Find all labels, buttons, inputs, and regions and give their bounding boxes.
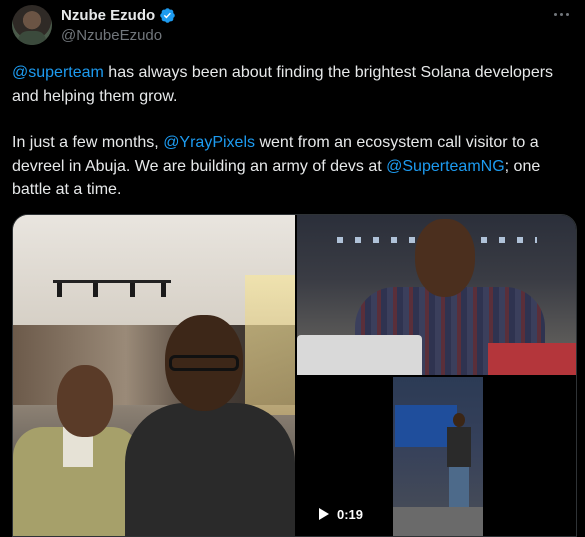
author-row: Nzube Ezudo	[61, 7, 176, 24]
author-display-name[interactable]: Nzube Ezudo	[61, 7, 155, 24]
tweet-paragraph-1: @superteam has always been about finding…	[12, 61, 577, 108]
media-grid: 0:19	[12, 214, 577, 537]
photo-developer-laptop[interactable]	[297, 215, 576, 375]
mention-link[interactable]: @YrayPixels	[163, 134, 255, 151]
play-icon[interactable]	[319, 508, 329, 520]
video-frame	[393, 377, 483, 536]
mention-link[interactable]: @superteam	[12, 64, 104, 81]
video-duration-badge: 0:19	[313, 502, 369, 526]
photo-two-men-selfie[interactable]	[13, 215, 295, 536]
tweet-text-segment: In just a few months,	[12, 134, 164, 151]
video-thumbnail[interactable]: 0:19	[297, 377, 576, 536]
more-options-icon[interactable]	[551, 6, 571, 22]
video-duration: 0:19	[337, 506, 364, 522]
avatar[interactable]	[12, 5, 52, 45]
tweet-text: @superteam has always been about finding…	[12, 61, 577, 225]
author-handle[interactable]: @NzubeEzudo	[61, 27, 162, 44]
verified-badge-icon	[160, 8, 175, 23]
tweet-card: Nzube Ezudo @NzubeEzudo @superteam has a…	[0, 0, 585, 537]
mention-link[interactable]: @SuperteamNG	[386, 158, 505, 175]
tweet-paragraph-2: In just a few months, @YrayPixels went f…	[12, 131, 577, 202]
